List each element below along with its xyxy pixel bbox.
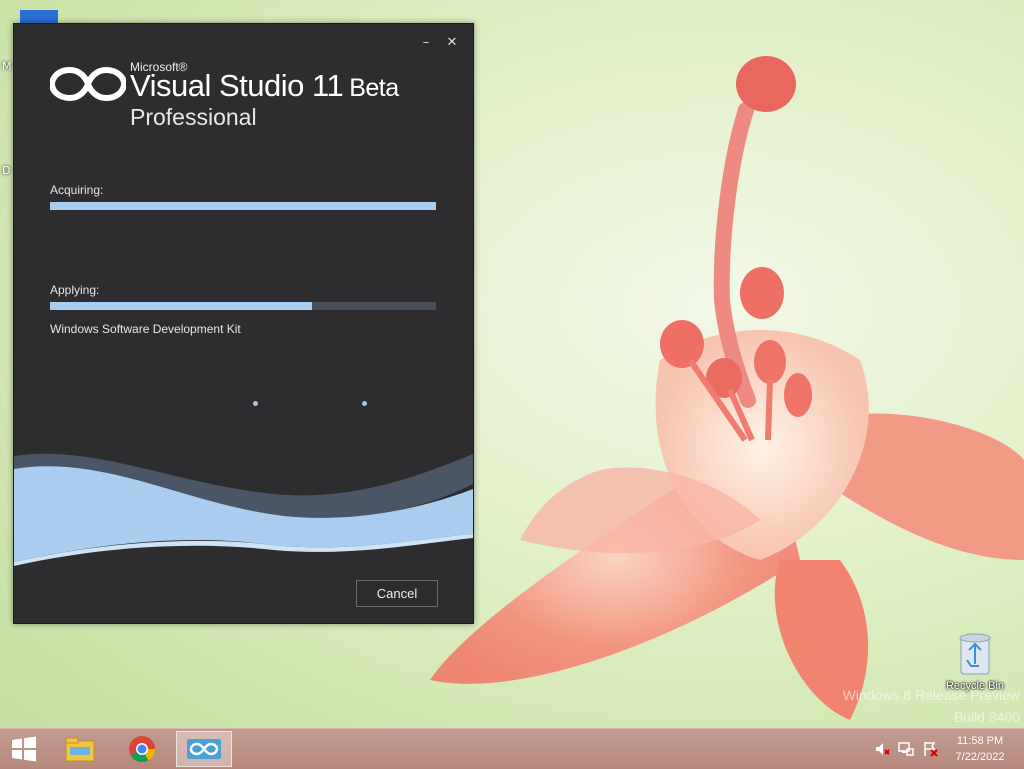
applying-progress-bar (50, 302, 436, 310)
visual-studio-infinity-icon (50, 66, 126, 102)
windows-start-icon (12, 736, 36, 762)
current-item-text: Windows Software Development Kit (50, 322, 241, 336)
logo-product: Visual Studio (130, 68, 304, 103)
product-logo: Microsoft® Visual Studio 11 Beta Professi… (50, 60, 470, 130)
watermark-line2: Build 8400 (953, 709, 1020, 725)
applying-label: Applying: (50, 283, 100, 297)
close-icon: ✕ (446, 35, 458, 50)
desktop-icon-label-partial[interactable]: D (2, 164, 10, 177)
visual-studio-installer-icon (187, 739, 221, 759)
minimize-icon: – (422, 35, 430, 50)
taskbar-file-explorer[interactable] (52, 731, 108, 767)
minimize-button[interactable]: – (419, 36, 433, 50)
taskbar-clock[interactable]: 11:58 PM 7/22/2022 (944, 733, 1016, 765)
file-explorer-icon (65, 737, 95, 762)
clock-time: 11:58 PM (956, 735, 1004, 747)
recycle-bin-icon (959, 633, 991, 675)
os-watermark: Windows 8 Release Preview Build 8400 (843, 684, 1020, 728)
installer-window: – ✕ Microsoft® Visual Studio 11 Beta Prof… (13, 23, 474, 624)
recycle-bin[interactable]: Recycle Bin (940, 630, 1010, 692)
logo-stage: Beta (349, 74, 399, 102)
taskbar (0, 728, 1024, 769)
acquiring-progress-fill (50, 202, 436, 210)
taskbar-chrome[interactable] (114, 731, 170, 767)
decorative-wave (14, 453, 473, 566)
cancel-button[interactable]: Cancel (356, 580, 438, 607)
volume-muted-icon[interactable] (874, 741, 890, 757)
start-button[interactable] (0, 731, 48, 767)
watermark-line1: Windows 8 Release Preview (842, 687, 1020, 703)
action-center-icon[interactable] (922, 741, 938, 757)
logo-version: 11 (312, 68, 344, 103)
taskbar-installer[interactable] (176, 731, 232, 767)
close-button[interactable]: ✕ (445, 36, 459, 50)
clock-date: 7/22/2022 (955, 751, 1005, 763)
acquiring-progress-bar (50, 202, 436, 210)
acquiring-label: Acquiring: (50, 183, 104, 197)
applying-progress-fill (50, 302, 313, 310)
desktop-icon-partial[interactable] (20, 10, 58, 24)
activity-dot (362, 401, 367, 406)
network-icon[interactable] (898, 741, 914, 757)
logo-product-name: Visual Studio 11 Beta (130, 68, 399, 104)
activity-dot (253, 401, 258, 406)
chrome-icon (129, 736, 156, 763)
logo-edition: Professional (130, 104, 257, 130)
desktop-icon-label-partial[interactable]: M (2, 60, 12, 73)
